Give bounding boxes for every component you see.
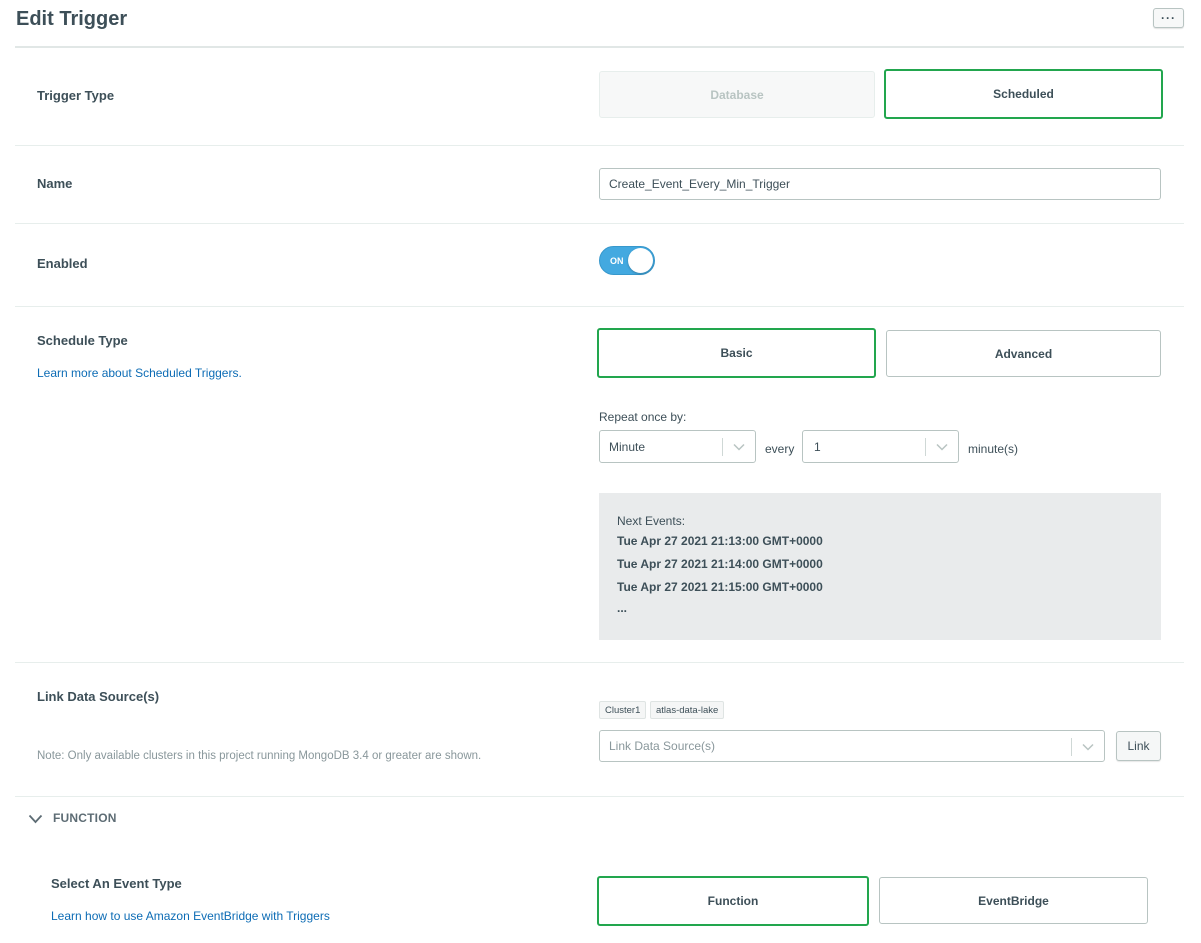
toggle-on-text: ON: [610, 256, 624, 266]
select-separator: [722, 438, 723, 456]
event-type-function-button[interactable]: Function: [597, 876, 869, 926]
schedule-type-label: Schedule Type: [37, 333, 128, 348]
link-data-source-label: Link Data Source(s): [37, 689, 160, 704]
event-type-eventbridge-button[interactable]: EventBridge: [879, 877, 1148, 924]
trigger-type-scheduled-button[interactable]: Scheduled: [884, 69, 1163, 119]
divider: [15, 223, 1184, 224]
chevron-down-icon: [1082, 743, 1094, 751]
link-button[interactable]: Link: [1116, 731, 1161, 761]
select-separator: [1071, 738, 1072, 756]
repeat-unit-select[interactable]: Minute: [599, 430, 756, 463]
select-placeholder: Link Data Source(s): [609, 739, 716, 753]
next-events-ellipsis: ...: [617, 601, 628, 615]
divider: [15, 145, 1184, 146]
more-options-button[interactable]: ···: [1153, 8, 1184, 28]
learn-more-scheduled-triggers-link[interactable]: Learn more about Scheduled Triggers.: [37, 366, 242, 381]
divider: [15, 306, 1184, 307]
chevron-down-icon: [733, 443, 745, 451]
every-label: every: [765, 442, 795, 456]
select-value: Minute: [609, 439, 646, 454]
repeat-once-by-label: Repeat once by:: [599, 410, 687, 424]
eventbridge-learn-link[interactable]: Learn how to use Amazon EventBridge with…: [51, 909, 330, 924]
trigger-type-database-button[interactable]: Database: [599, 71, 875, 118]
schedule-advanced-button[interactable]: Advanced: [886, 330, 1161, 377]
enabled-label: Enabled: [37, 256, 88, 271]
schedule-basic-button[interactable]: Basic: [597, 328, 876, 378]
next-event-item: Tue Apr 27 2021 21:13:00 GMT+0000: [617, 534, 823, 548]
enabled-toggle[interactable]: ON: [599, 246, 655, 275]
select-value: 1: [814, 439, 821, 454]
interval-unit-label: minute(s): [968, 442, 1019, 456]
link-data-source-select[interactable]: Link Data Source(s): [599, 730, 1105, 762]
name-label: Name: [37, 176, 73, 191]
ellipsis-icon: ···: [1161, 11, 1176, 25]
function-section-title[interactable]: FUNCTION: [53, 811, 117, 826]
data-source-chip-atlas-data-lake[interactable]: atlas-data-lake: [650, 701, 725, 719]
data-source-chip-cluster1[interactable]: Cluster1: [599, 701, 647, 719]
divider: [15, 662, 1184, 663]
select-separator: [925, 438, 926, 456]
repeat-interval-select[interactable]: 1: [802, 430, 959, 463]
toggle-knob: [628, 248, 653, 273]
chevron-down-icon: [936, 443, 948, 451]
event-type-label: Select An Event Type: [51, 876, 182, 891]
page-title: Edit Trigger: [16, 8, 128, 30]
next-event-item: Tue Apr 27 2021 21:14:00 GMT+0000: [617, 557, 823, 571]
next-event-item: Tue Apr 27 2021 21:15:00 GMT+0000: [617, 580, 823, 594]
next-events-panel: Next Events: Tue Apr 27 2021 21:13:00 GM…: [599, 493, 1161, 640]
divider: [15, 796, 1184, 797]
chevron-down-icon[interactable]: [28, 814, 43, 824]
header-divider: [15, 46, 1184, 48]
next-events-label: Next Events:: [617, 514, 686, 528]
trigger-type-label: Trigger Type: [37, 88, 115, 103]
link-data-source-note: Note: Only available clusters in this pr…: [37, 750, 482, 762]
trigger-name-input[interactable]: [599, 168, 1161, 200]
